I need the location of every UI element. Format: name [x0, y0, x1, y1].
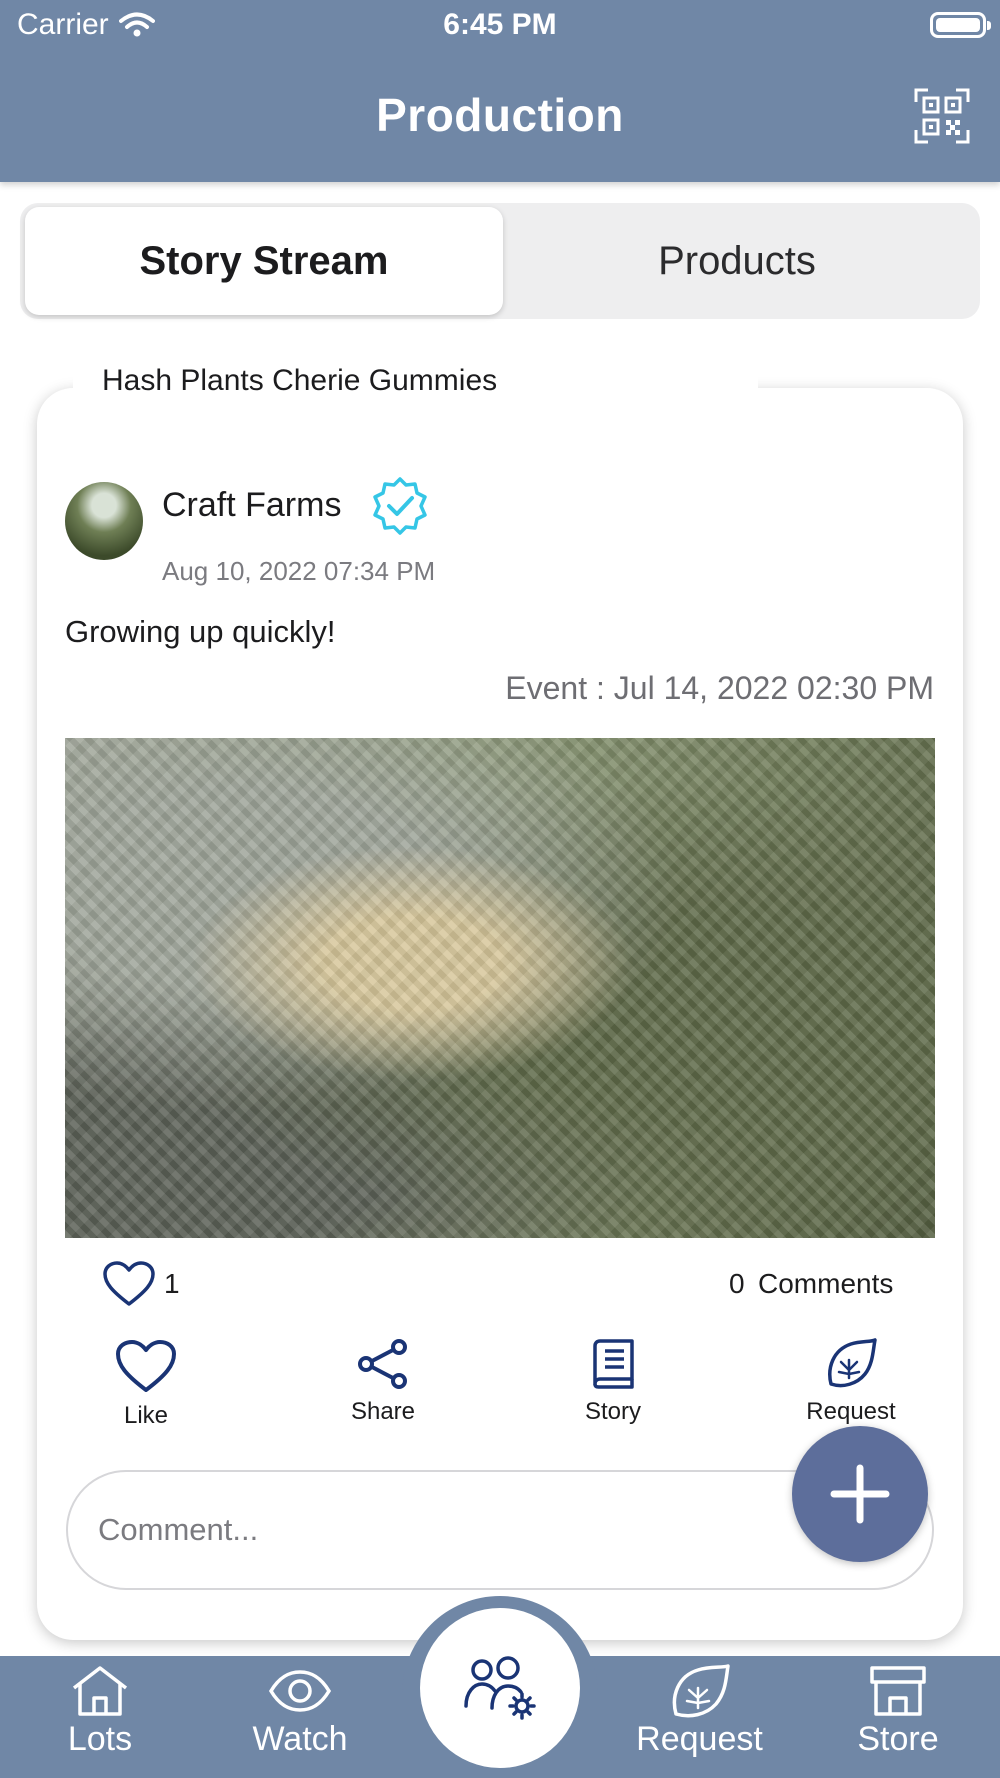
- heart-icon: [116, 1340, 176, 1392]
- request-label: Request: [806, 1398, 896, 1425]
- event-date: Event : Jul 14, 2022 02:30 PM: [505, 670, 934, 706]
- post-text: Growing up quickly!: [65, 614, 336, 649]
- verified-badge-icon: [373, 477, 427, 535]
- like-count: 1: [164, 1268, 180, 1299]
- like-button[interactable]: Like: [76, 1338, 216, 1430]
- tab-lots[interactable]: Lots: [25, 1664, 175, 1759]
- people-settings-icon: [464, 1656, 536, 1720]
- add-button[interactable]: [792, 1426, 928, 1562]
- tab-request[interactable]: Request: [622, 1664, 777, 1759]
- page-title: Production: [376, 89, 624, 141]
- author-name[interactable]: Craft Farms: [162, 486, 341, 525]
- story-button[interactable]: Story: [543, 1338, 683, 1426]
- status-time: 6:45 PM: [443, 8, 557, 41]
- plus-icon: [830, 1464, 890, 1524]
- tab-store-label: Store: [857, 1720, 939, 1758]
- share-button[interactable]: Share: [313, 1338, 453, 1426]
- comments-link[interactable]: Comments: [758, 1268, 893, 1300]
- like-label: Like: [123, 1402, 169, 1429]
- tab-request-label: Request: [636, 1720, 763, 1758]
- post-date: Aug 10, 2022 07:34 PM: [162, 556, 436, 586]
- top-bar: Carrier 6:45 PM Production: [0, 0, 1000, 182]
- tab-story-stream[interactable]: Story Stream: [25, 207, 503, 315]
- share-icon: [358, 1339, 407, 1389]
- tab-lots-label: Lots: [67, 1720, 133, 1758]
- request-button[interactable]: Request: [781, 1338, 921, 1426]
- heart-icon[interactable]: [102, 1260, 156, 1308]
- book-icon: [593, 1339, 634, 1389]
- post-photo[interactable]: [65, 738, 935, 1238]
- tab-store[interactable]: Store: [823, 1664, 973, 1759]
- qr-code-icon[interactable]: [914, 88, 970, 144]
- eye-icon: [268, 1670, 332, 1712]
- story-label: Story: [584, 1398, 641, 1425]
- leaf-request-icon: [828, 1338, 877, 1388]
- product-label: Hash Plants Cherie Gummies: [73, 358, 758, 422]
- share-label: Share: [350, 1398, 416, 1425]
- home-icon: [72, 1666, 128, 1716]
- store-icon: [870, 1666, 926, 1716]
- comment-count: 0: [729, 1268, 745, 1299]
- avatar[interactable]: [65, 482, 143, 560]
- segmented-control: Story Stream Products: [20, 203, 980, 319]
- tab-watch-label: Watch: [252, 1720, 348, 1758]
- battery-icon: [930, 12, 991, 38]
- tab-watch[interactable]: Watch: [225, 1664, 375, 1759]
- leaf-icon: [672, 1664, 730, 1718]
- tab-products[interactable]: Products: [498, 207, 976, 315]
- tab-production[interactable]: [420, 1608, 580, 1768]
